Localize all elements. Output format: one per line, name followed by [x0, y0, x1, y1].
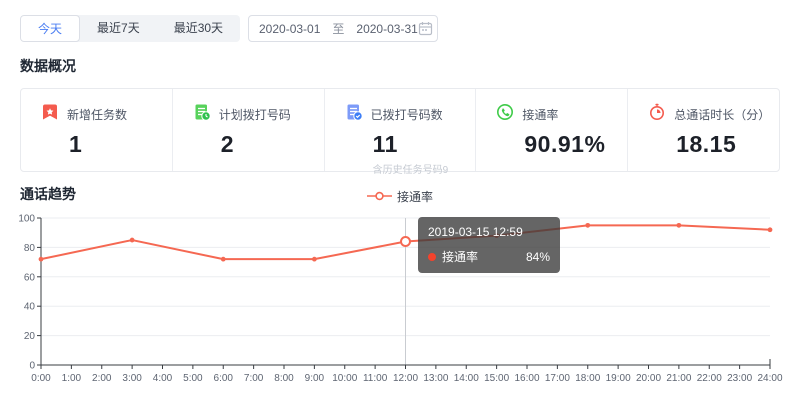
tab-today[interactable]: 今天 [20, 15, 80, 42]
stat-note: 含历史任务号码9 [373, 161, 476, 176]
stat-card-total-duration: 总通话时长（分） 18.15 [627, 89, 779, 171]
svg-text:40: 40 [24, 302, 36, 313]
svg-text:8:00: 8:00 [274, 373, 294, 384]
end-date-value[interactable]: 2020-03-31 [356, 22, 417, 36]
stat-label: 新增任务数 [67, 106, 127, 123]
svg-text:14:00: 14:00 [454, 373, 479, 384]
svg-text:0: 0 [29, 361, 35, 372]
calendar-icon[interactable] [418, 21, 433, 36]
dashboard-page: 今天 最近7天 最近30天 2020-03-01 至 2020-03-31 数据… [0, 0, 800, 400]
svg-text:22:00: 22:00 [697, 373, 722, 384]
svg-text:13:00: 13:00 [423, 373, 448, 384]
svg-text:19:00: 19:00 [606, 373, 631, 384]
svg-text:5:00: 5:00 [183, 373, 203, 384]
task-bookmark-icon [41, 103, 59, 126]
date-range-separator: 至 [332, 20, 344, 37]
legend-item-connection-rate[interactable]: 接通率 [0, 188, 800, 205]
svg-text:11:00: 11:00 [363, 373, 388, 384]
svg-text:60: 60 [24, 272, 36, 283]
svg-text:18:00: 18:00 [575, 373, 600, 384]
svg-text:16:00: 16:00 [514, 373, 539, 384]
stat-label: 总通话时长（分） [674, 106, 770, 123]
stat-label: 接通率 [522, 106, 558, 123]
stat-card-new-tasks: 新增任务数 1 [21, 89, 172, 171]
svg-text:100: 100 [18, 214, 35, 225]
stat-value: 90.91% [524, 131, 627, 158]
stat-value: 2 [221, 131, 324, 158]
plan-doc-icon [193, 103, 211, 126]
dialed-doc-icon [345, 103, 363, 126]
svg-text:0:00: 0:00 [31, 373, 51, 384]
overview-section-title: 数据概况 [20, 56, 76, 76]
svg-text:80: 80 [24, 243, 36, 254]
svg-text:3:00: 3:00 [122, 373, 142, 384]
svg-text:1:00: 1:00 [62, 373, 82, 384]
svg-text:24:00: 24:00 [757, 373, 782, 384]
svg-text:17:00: 17:00 [545, 373, 570, 384]
date-filter-tabs: 今天 最近7天 最近30天 [20, 15, 240, 42]
svg-text:2:00: 2:00 [92, 373, 112, 384]
stat-cards-row: 新增任务数 1 计划拨打号码 2 [20, 88, 780, 172]
svg-text:7:00: 7:00 [244, 373, 264, 384]
svg-text:15:00: 15:00 [484, 373, 509, 384]
stat-label: 计划拨打号码 [219, 106, 291, 123]
svg-text:6:00: 6:00 [214, 373, 234, 384]
start-date-value[interactable]: 2020-03-01 [259, 22, 320, 36]
chart-canvas[interactable]: 0 20 40 60 80 100 0:00 1:00 2:00 3:00 4:00 5:00 6:00… [10, 205, 790, 395]
stat-value: 18.15 [676, 131, 779, 158]
legend-line-marker-icon [367, 190, 392, 204]
stat-value: 11 [373, 131, 476, 158]
svg-text:10:00: 10:00 [332, 373, 357, 384]
date-range-picker[interactable]: 2020-03-01 至 2020-03-31 [248, 15, 438, 42]
svg-text:20: 20 [24, 331, 36, 342]
svg-text:12:00: 12:00 [393, 373, 418, 384]
svg-text:9:00: 9:00 [305, 373, 325, 384]
legend-label: 接通率 [397, 188, 433, 205]
svg-text:23:00: 23:00 [727, 373, 752, 384]
stopwatch-icon [648, 103, 666, 126]
svg-text:20:00: 20:00 [636, 373, 661, 384]
trend-line-chart[interactable]: 0 20 40 60 80 100 0:00 1:00 2:00 3:00 4:00 5:00 6:00… [10, 205, 790, 395]
svg-text:4:00: 4:00 [153, 373, 173, 384]
stat-card-dialed-numbers: 已拨打号码数 11 含历史任务号码9 [324, 89, 476, 171]
stat-value: 1 [69, 131, 172, 158]
stat-label: 已拨打号码数 [371, 106, 443, 123]
stat-card-connection-rate: 接通率 90.91% [475, 89, 627, 171]
svg-text:21:00: 21:00 [666, 373, 691, 384]
tab-last-7-days[interactable]: 最近7天 [80, 15, 157, 42]
phone-rate-icon [496, 103, 514, 126]
tab-last-30-days[interactable]: 最近30天 [157, 15, 240, 42]
stat-card-planned-numbers: 计划拨打号码 2 [172, 89, 324, 171]
